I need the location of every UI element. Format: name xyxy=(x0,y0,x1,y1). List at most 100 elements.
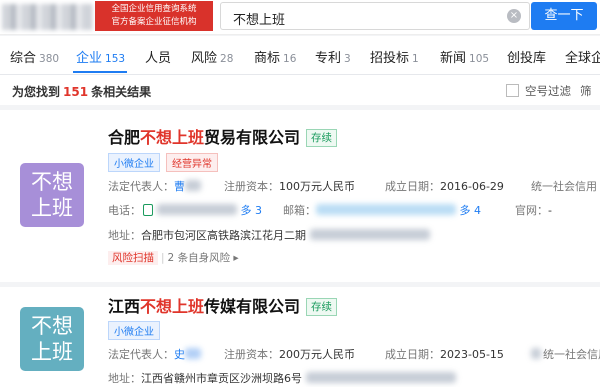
company-logo: 不想 上班 xyxy=(20,163,84,227)
more-filter[interactable]: 筛 xyxy=(580,83,592,99)
search-button[interactable]: 查一下 xyxy=(531,2,597,30)
name-suffix: 传媒有限公司 xyxy=(204,297,301,316)
credit-code: 统一社会信用 xyxy=(531,178,597,194)
logo-line2: 上班 xyxy=(31,196,73,220)
risk-scan[interactable]: 风险扫描 | 2 条自身风险 ▸ xyxy=(108,250,239,265)
redacted-address xyxy=(306,372,456,383)
filter-checkbox[interactable] xyxy=(506,84,519,97)
address-row: 地址：江西省赣州市章贡区沙洲坝路6号 xyxy=(108,370,600,386)
tab-label: 风险 xyxy=(191,51,218,66)
company-card[interactable]: 不想 上班 合肥不想上班贸易有限公司 存续 小微企业 经营异常 法定代表人：曹 注册… xyxy=(0,110,600,282)
company-tags: 小微企业 经营异常 xyxy=(108,152,224,172)
filter-label: 空号过滤 xyxy=(525,84,571,98)
gov-badge-line2: 官方备案企业征信机构 xyxy=(111,17,197,27)
legal-rep: 法定代表人：曹 xyxy=(108,178,201,194)
credit-label: 统一社会信用 xyxy=(543,348,600,361)
logo-line2: 上班 xyxy=(31,340,73,364)
redacted-phone xyxy=(157,204,237,215)
tab-count: 3 xyxy=(344,53,351,65)
tab-news[interactable]: 新闻 105 xyxy=(440,47,489,66)
tab-count: 153 xyxy=(105,53,126,65)
capital-value: 100万元人民币 xyxy=(279,180,355,193)
contact-row: 电话： 多 3 邮箱： 多 4 官网：- xyxy=(108,202,600,218)
tab-label: 招投标 xyxy=(370,51,410,66)
company-name[interactable]: 合肥不想上班贸易有限公司 存续 xyxy=(108,124,338,148)
risk-count[interactable]: 2 条自身风险 ▸ xyxy=(168,252,239,264)
redacted-name xyxy=(185,180,201,191)
phone-label: 电话： xyxy=(108,204,141,217)
name-suffix: 贸易有限公司 xyxy=(204,128,301,147)
clear-icon[interactable]: × xyxy=(507,9,521,23)
tab-trademark[interactable]: 商标 16 xyxy=(254,47,296,66)
logo-line1: 不想 xyxy=(31,170,73,194)
tab-count: 380 xyxy=(39,53,60,65)
tab-patent[interactable]: 专利 3 xyxy=(315,47,351,66)
tag-small-micro[interactable]: 小微企业 xyxy=(108,321,160,340)
phone-icon xyxy=(143,204,153,216)
tag-small-micro[interactable]: 小微企业 xyxy=(108,153,160,172)
company-tags: 小微企业 xyxy=(108,320,166,340)
tab-venture[interactable]: 创投库 xyxy=(507,47,546,66)
official-credit-badge: 全国企业信用查询系统 官方备案企业征信机构 xyxy=(95,1,213,31)
founded-label: 成立日期： xyxy=(385,348,440,361)
redacted-name xyxy=(185,348,201,359)
phone-more-link[interactable]: 多 3 xyxy=(241,204,263,217)
tab-risk[interactable]: 风险 28 xyxy=(191,47,233,66)
name-highlight: 不想上班 xyxy=(140,128,205,147)
founded-date: 成立日期：2016-06-29 xyxy=(385,178,504,194)
legal-rep-value[interactable]: 曹 xyxy=(174,180,185,193)
tab-count: 16 xyxy=(283,53,297,65)
address-value[interactable]: 合肥市包河区高铁路滨江花月二期 xyxy=(141,229,306,242)
site-logo[interactable] xyxy=(2,4,92,30)
category-tabs: 综合 380 企业 153 人员 风险 28 商标 16 专利 3 招投标 1 新闻 105 … xyxy=(0,36,600,75)
address-label: 地址： xyxy=(108,372,141,385)
name-prefix: 江西 xyxy=(108,297,141,316)
info-row: 法定代表人：曹 注册资本：100万元人民币 成立日期：2016-06-29 统一… xyxy=(108,178,600,194)
email-more-link[interactable]: 多 4 xyxy=(460,204,482,217)
tab-label: 综合 xyxy=(10,51,37,66)
website-label: 官网： xyxy=(515,204,548,217)
tab-all[interactable]: 综合 380 xyxy=(10,47,59,66)
company-name[interactable]: 江西不想上班传媒有限公司 存续 xyxy=(108,293,338,317)
result-count: 151 xyxy=(63,85,89,99)
legal-rep-label: 法定代表人： xyxy=(108,180,174,193)
founded-date: 成立日期：2023-05-15 xyxy=(385,346,504,362)
capital-label: 注册资本： xyxy=(224,180,279,193)
tab-count: 28 xyxy=(220,53,234,65)
result-suffix: 条相关结果 xyxy=(91,85,152,99)
legal-rep-value[interactable]: 史 xyxy=(174,348,185,361)
email: 邮箱： 多 4 xyxy=(283,202,481,218)
legal-rep-label: 法定代表人： xyxy=(108,348,174,361)
tab-global[interactable]: 全球企 xyxy=(565,47,600,66)
search-query[interactable]: 不想上班 xyxy=(233,9,285,28)
tab-label: 全球企 xyxy=(565,51,600,66)
website-value: - xyxy=(548,204,552,217)
name-highlight: 不想上班 xyxy=(140,297,205,316)
address: 地址：合肥市包河区高铁路滨江花月二期 xyxy=(108,227,430,243)
company-logo: 不想 上班 xyxy=(20,307,84,371)
tag-abnormal-operation[interactable]: 经营异常 xyxy=(166,153,218,172)
risk-scan-label[interactable]: 风险扫描 xyxy=(108,251,158,265)
address-value[interactable]: 江西省赣州市章贡区沙洲坝路6号 xyxy=(141,372,302,385)
risk-divider: | xyxy=(161,252,165,264)
address-label: 地址： xyxy=(108,229,141,242)
empty-number-filter[interactable]: 空号过滤 xyxy=(506,83,571,99)
tab-label: 专利 xyxy=(315,51,342,66)
founded-label: 成立日期： xyxy=(385,180,440,193)
website: 官网：- xyxy=(515,202,552,218)
gov-badge-line1: 全国企业信用查询系统 xyxy=(111,4,197,14)
credit-code: 统一社会信用 xyxy=(531,346,600,362)
tab-people[interactable]: 人员 xyxy=(145,47,171,66)
result-summary-bar: 为您找到 151 条相关结果 空号过滤 筛 xyxy=(0,75,600,105)
active-tab-underline xyxy=(73,71,127,73)
founded-value: 2023-05-15 xyxy=(440,348,504,361)
search-input[interactable]: 不想上班 × xyxy=(220,2,530,30)
tab-label: 商标 xyxy=(254,51,281,66)
tab-label: 人员 xyxy=(145,51,172,66)
info-row: 法定代表人：史 注册资本：200万元人民币 成立日期：2023-05-15 统一… xyxy=(108,346,600,362)
status-badge: 存续 xyxy=(306,129,338,147)
tab-bidding[interactable]: 招投标 1 xyxy=(370,47,419,66)
tab-company[interactable]: 企业 153 xyxy=(76,47,125,66)
redacted-address xyxy=(310,229,430,240)
company-card[interactable]: 不想 上班 江西不想上班传媒有限公司 存续 小微企业 法定代表人：史 注册资本：2… xyxy=(0,287,600,387)
